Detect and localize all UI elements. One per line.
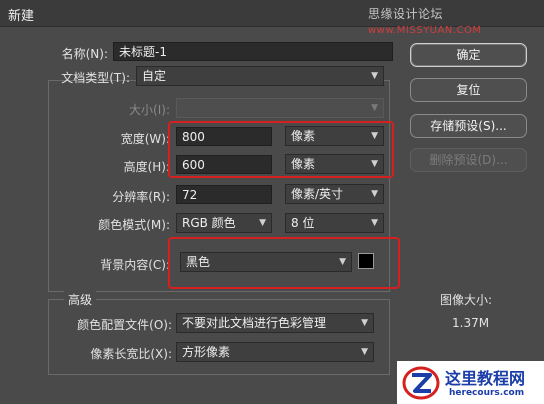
- background-label: 背景内容(C):: [100, 258, 170, 272]
- color-mode-select[interactable]: RGB 颜色 ▼: [176, 213, 272, 233]
- color-mode-label: 颜色模式(M):: [98, 218, 170, 232]
- pixel-aspect-value: 方形像素: [182, 345, 231, 359]
- window-title: 新建: [8, 9, 35, 24]
- image-size-label: 图像大小:: [440, 293, 493, 307]
- watermark: 思缘设计论坛 www.MISSYUAN.COM: [368, 5, 544, 36]
- chevron-down-icon: ▼: [371, 71, 378, 81]
- chevron-down-icon: ▼: [361, 347, 368, 357]
- advanced-group: [48, 299, 390, 375]
- doc-type-value: 自定: [142, 69, 167, 83]
- logo-url: herecours.com: [449, 388, 525, 398]
- color-profile-value: 不要对此文档进行色彩管理: [182, 316, 327, 330]
- bit-depth-select[interactable]: 8 位 ▼: [285, 213, 384, 233]
- resolution-input[interactable]: 72: [176, 185, 272, 204]
- pixel-aspect-select[interactable]: 方形像素 ▼: [176, 342, 374, 362]
- logo-title: 这里教程网: [445, 369, 526, 388]
- pixel-aspect-label: 像素长宽比(X):: [90, 347, 172, 361]
- width-height-highlight: [168, 121, 394, 178]
- color-profile-select[interactable]: 不要对此文档进行色彩管理 ▼: [176, 313, 374, 333]
- name-input[interactable]: 未标题-1: [113, 42, 393, 61]
- reset-button[interactable]: 复位: [410, 78, 527, 102]
- watermark-logo: 这里教程网 herecours.com: [397, 361, 544, 404]
- save-preset-button[interactable]: 存储预设(S)...: [410, 114, 527, 138]
- chevron-down-icon: ▼: [361, 318, 368, 328]
- height-label: 高度(H):: [123, 160, 170, 174]
- bit-depth-value: 8 位: [291, 216, 315, 230]
- resolution-unit-select[interactable]: 像素/英寸 ▼: [285, 184, 384, 204]
- ok-button[interactable]: 确定: [410, 43, 527, 67]
- delete-preset-button: 删除预设(D)...: [410, 148, 527, 172]
- logo-emblem-icon: [402, 366, 440, 400]
- chevron-down-icon: ▼: [371, 103, 378, 113]
- name-label: 名称(N):: [61, 47, 108, 61]
- image-size-value: 1.37M: [452, 316, 490, 330]
- resolution-unit-value: 像素/英寸: [291, 187, 344, 201]
- color-profile-label: 颜色配置文件(O):: [77, 318, 172, 332]
- doc-type-label: 文档类型(T):: [61, 71, 130, 85]
- size-label: 大小(I):: [129, 103, 170, 117]
- advanced-title: 高级: [64, 291, 97, 308]
- doc-type-select[interactable]: 自定 ▼: [136, 66, 384, 86]
- watermark-site-en: www.MISSYUAN.COM: [368, 25, 482, 36]
- chevron-down-icon: ▼: [371, 218, 378, 228]
- chevron-down-icon: ▼: [371, 189, 378, 199]
- background-highlight: [168, 237, 400, 289]
- watermark-site-cn: 思缘设计论坛: [368, 7, 444, 21]
- size-select: ▼: [176, 98, 384, 118]
- resolution-label: 分辨率(R):: [112, 190, 170, 204]
- width-label: 宽度(W):: [120, 132, 170, 146]
- chevron-down-icon: ▼: [259, 218, 266, 228]
- color-mode-value: RGB 颜色: [182, 216, 236, 230]
